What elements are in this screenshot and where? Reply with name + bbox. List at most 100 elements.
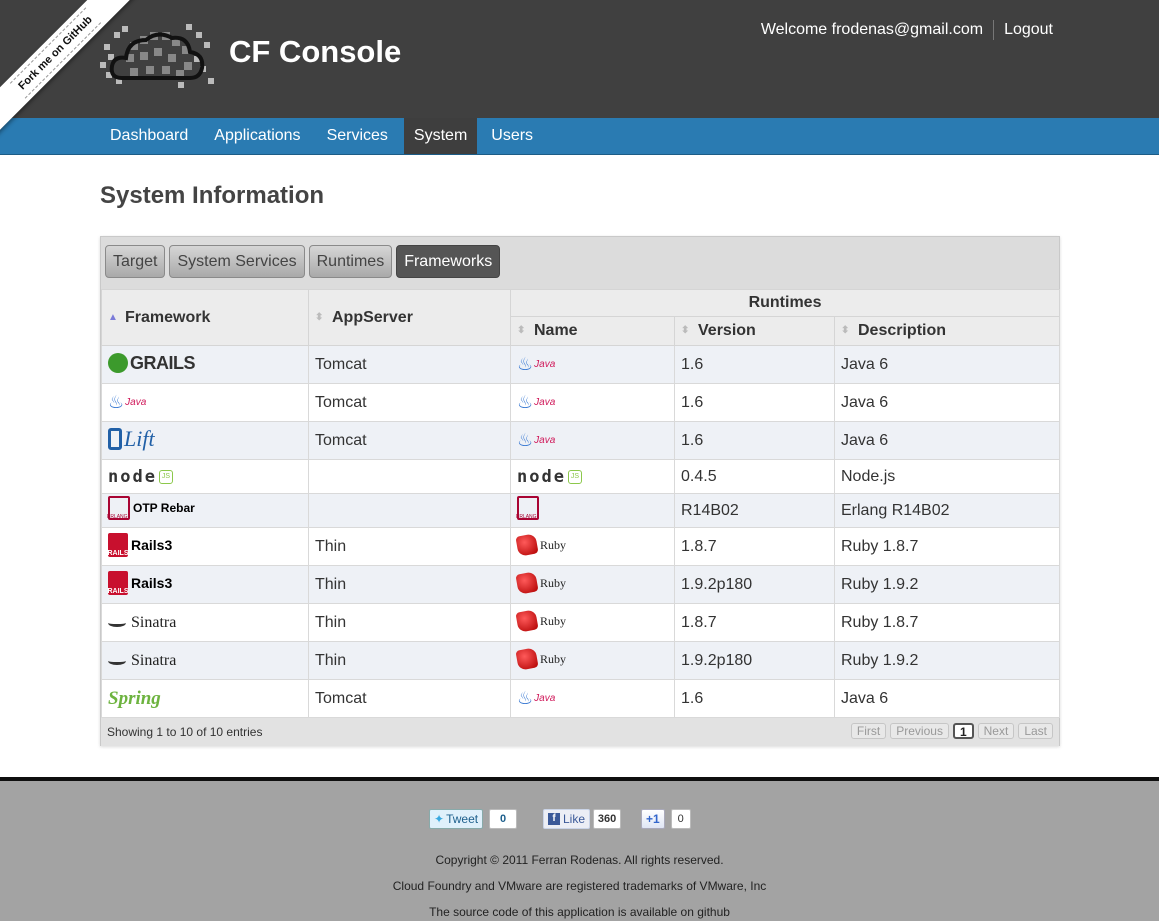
col-name-label: Name (534, 322, 578, 340)
col-description[interactable]: ⬍ Description (833, 316, 1061, 346)
tweet-widget: ✦ Tweet 0 (429, 809, 518, 829)
description-cell: Ruby 1.9.2 (833, 565, 1061, 604)
java-logo-icon: ♨ Java (517, 354, 556, 374)
version-cell: 1.9.2p180 (674, 641, 835, 680)
tab-system-services[interactable]: System Services (169, 245, 305, 278)
app-title[interactable]: CF Console (229, 34, 401, 70)
pager-page-1[interactable]: 1 (952, 723, 974, 739)
nav-users[interactable]: Users (481, 118, 543, 154)
table-row: GRAILS Tomcat ♨ Java 1.6 Java 6 (101, 345, 1061, 384)
ruby-logo-icon: Ruby (515, 609, 566, 633)
appserver-cell (308, 459, 511, 494)
description-cell: Erlang R14B02 (833, 493, 1061, 528)
appserver-cell: Thin (308, 603, 511, 642)
appserver-cell: Tomcat (308, 345, 511, 384)
appserver-cell: Tomcat (308, 679, 511, 718)
java-logo-icon: ♨ Java (517, 392, 556, 412)
col-description-label: Description (858, 322, 947, 340)
tab-frameworks[interactable]: Frameworks (396, 245, 501, 278)
like-count: 360 (593, 809, 622, 829)
description-cell: Java 6 (833, 679, 1061, 718)
footer: ✦ Tweet 0 f Like 360 +1 0 Copyright © 2011… (0, 777, 1159, 921)
facebook-icon: f (548, 813, 560, 825)
fork-me-label: Fork me on GitHub (9, 7, 102, 99)
lift-logo-icon: Lift (108, 426, 155, 451)
col-group-runtimes: Runtimes (509, 288, 1061, 318)
ruby-logo-icon: Ruby (515, 571, 566, 595)
framework-cell: Sinatra (101, 603, 309, 642)
nav-services[interactable]: Services (317, 118, 398, 154)
version-cell: 1.6 (674, 679, 835, 718)
runtime-name-cell: Ruby (510, 603, 675, 642)
appserver-cell (308, 493, 511, 528)
logout-link[interactable]: Logout (1004, 21, 1053, 39)
user-area: Welcome frodenas@gmail.com Logout (761, 20, 1053, 40)
twitter-bird-icon: ✦ (434, 812, 445, 826)
node-logo-icon: node JS (517, 465, 582, 489)
runtime-name-cell: Ruby (510, 641, 675, 680)
table-row: RAILS Rails3 Thin Ruby 1.9.2p180 Ruby 1.9… (101, 565, 1061, 604)
table-row: OTP Rebar R14B02 Erlang R14B02 (101, 493, 1061, 528)
pager-first[interactable]: First (850, 723, 887, 739)
runtime-name-cell: Ruby (510, 527, 675, 566)
header: Fork me on GitHub CF Console Welcome fro… (0, 0, 1159, 140)
table-row: Sinatra Thin Ruby 1.9.2p180 Ruby 1.9.2 (101, 641, 1061, 680)
runtime-name-cell (510, 493, 675, 528)
tab-runtimes[interactable]: Runtimes (308, 245, 393, 278)
table-row: Lift Tomcat ♨ Java 1.6 Java 6 (101, 421, 1061, 460)
appserver-cell: Thin (308, 565, 511, 604)
framework-cell: GRAILS (101, 345, 309, 384)
version-cell: 0.4.5 (674, 459, 835, 494)
plusone-button[interactable]: +1 (641, 809, 665, 829)
table-footer: Showing 1 to 10 of 10 entries First Prev… (101, 718, 1059, 746)
description-cell: Ruby 1.8.7 (833, 527, 1061, 566)
pager-next[interactable]: Next (977, 723, 1015, 739)
rails-logo-icon: RAILS Rails3 (108, 533, 172, 557)
tweet-button[interactable]: ✦ Tweet (429, 809, 484, 829)
table-row: Sinatra Thin Ruby 1.8.7 Ruby 1.8.7 (101, 603, 1061, 642)
version-cell: R14B02 (674, 493, 835, 528)
like-label: Like (563, 812, 586, 826)
system-tabs: Target System Services Runtimes Framewor… (101, 237, 1059, 289)
ruby-logo-icon: Ruby (515, 533, 566, 557)
copyright-text: Copyright © 2011 Ferran Rodenas. All rig… (435, 853, 724, 867)
java-logo-icon: ♨ Java (517, 688, 556, 708)
framework-cell: RAILS Rails3 (101, 565, 309, 604)
java-logo-icon: ♨ Java (108, 392, 147, 412)
pager-last[interactable]: Last (1018, 723, 1053, 739)
table-row: node JS node JS 0.4.5 Node.js (101, 459, 1061, 494)
system-info-panel: Target System Services Runtimes Framewor… (100, 236, 1061, 746)
sort-asc-icon: ▲ (108, 311, 118, 323)
pager-previous[interactable]: Previous (890, 723, 949, 739)
tab-target[interactable]: Target (105, 245, 166, 278)
version-cell: 1.8.7 (674, 527, 835, 566)
col-version[interactable]: ⬍ Version (674, 316, 835, 346)
tweet-label: Tweet (446, 812, 479, 826)
description-cell: Ruby 1.8.7 (833, 603, 1061, 642)
erlang-logo-icon (516, 496, 539, 520)
runtime-name-cell: ♨ Java (510, 345, 675, 384)
erlang-logo-icon: OTP Rebar (107, 496, 195, 520)
appserver-cell: Tomcat (308, 383, 511, 422)
table-row: Spring Tomcat ♨ Java 1.6 Java 6 (101, 679, 1061, 718)
nav-applications[interactable]: Applications (204, 118, 310, 154)
col-framework[interactable]: ▲ Framework (101, 289, 309, 346)
framework-cell: RAILS Rails3 (101, 527, 309, 566)
framework-cell: Spring (101, 679, 309, 718)
sinatra-logo-icon: Sinatra (108, 611, 176, 635)
fork-me-ribbon[interactable]: Fork me on GitHub (0, 0, 143, 140)
version-cell: 1.9.2p180 (674, 565, 835, 604)
grails-logo-icon: GRAILS (108, 351, 196, 375)
col-appserver[interactable]: ⬍ AppServer (308, 289, 511, 346)
nav-system[interactable]: System (403, 118, 478, 154)
description-cell: Java 6 (833, 383, 1061, 422)
framework-cell: OTP Rebar (101, 493, 309, 528)
java-logo-icon: ♨ Java (517, 430, 556, 450)
version-cell: 1.8.7 (674, 603, 835, 642)
ruby-logo-icon: Ruby (515, 647, 566, 671)
col-name[interactable]: ⬍ Name (510, 316, 675, 346)
appserver-cell: Thin (308, 527, 511, 566)
like-button[interactable]: f Like (543, 809, 591, 829)
source-code-text[interactable]: The source code of this application is a… (0, 905, 1159, 919)
sort-both-icon: ⬍ (517, 325, 526, 337)
